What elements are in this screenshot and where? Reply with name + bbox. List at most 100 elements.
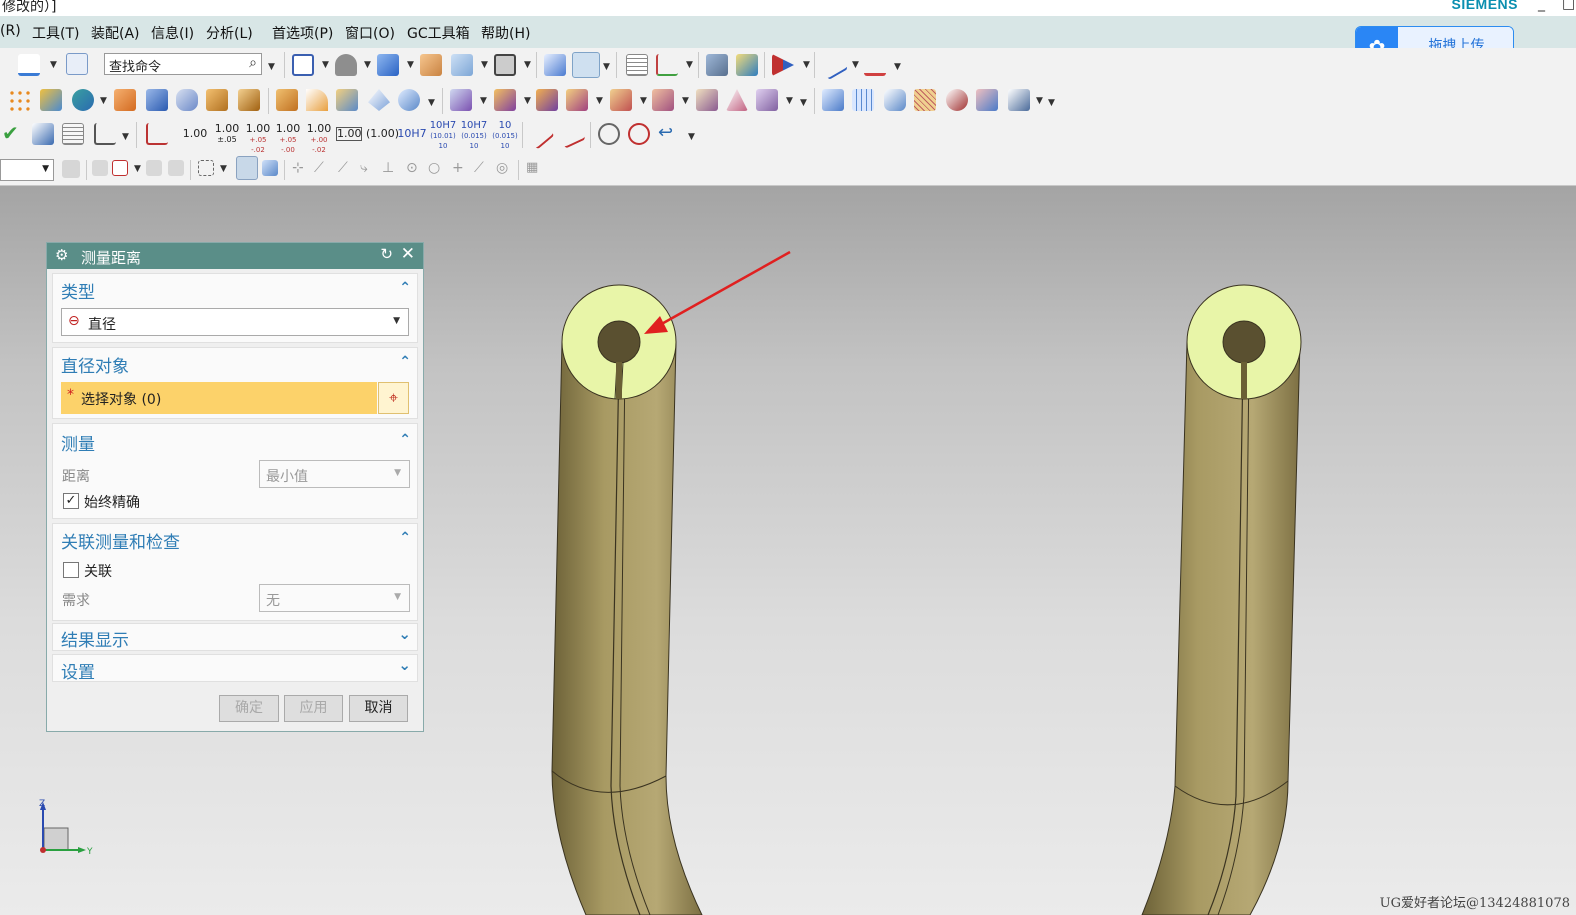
mesh-surface-icon[interactable] bbox=[852, 89, 874, 111]
curve-network-icon[interactable] bbox=[946, 89, 968, 111]
measure-distance-tool-icon[interactable] bbox=[18, 54, 40, 76]
chevron-down-icon[interactable]: ▼ bbox=[640, 96, 647, 106]
select-cursor-icon[interactable] bbox=[92, 160, 108, 176]
ok-button[interactable]: 确定 bbox=[219, 695, 279, 722]
chevron-down-icon[interactable]: ▼ bbox=[688, 132, 695, 142]
diameter-dim-icon[interactable] bbox=[598, 123, 620, 145]
studio-surface-icon[interactable] bbox=[914, 89, 936, 111]
associative-checkbox[interactable] bbox=[63, 562, 79, 578]
chevron-up-icon[interactable]: ⌃ bbox=[399, 280, 411, 296]
object-display-icon[interactable] bbox=[706, 54, 728, 76]
section-object-header[interactable]: 直径对象 bbox=[61, 352, 129, 377]
cancel-button[interactable]: 取消 bbox=[349, 695, 408, 722]
chevron-down-icon[interactable]: ▼ bbox=[134, 164, 141, 174]
chevron-down-icon[interactable]: ▼ bbox=[524, 96, 531, 106]
view-section-active-icon[interactable] bbox=[572, 52, 600, 78]
undo-arrow-icon[interactable]: ↩ bbox=[658, 123, 680, 145]
snap-point-icon[interactable]: ⊹ bbox=[292, 160, 308, 176]
menu-item-r[interactable]: (R) bbox=[0, 23, 21, 39]
snap-control-icon[interactable]: ⤷ bbox=[360, 160, 376, 176]
dim-format-5[interactable]: 1.00 bbox=[304, 123, 334, 134]
menu-item-assembly[interactable]: 装配(A) bbox=[91, 23, 140, 43]
snap-on-surface-icon[interactable]: ◎ bbox=[496, 160, 512, 176]
dialog-title-bar[interactable]: ⚙ 测量距离 ↻ ✕ bbox=[47, 243, 423, 269]
chevron-down-icon[interactable]: ▼ bbox=[800, 98, 807, 108]
table-icon[interactable] bbox=[62, 123, 84, 145]
draft-icon[interactable] bbox=[368, 89, 390, 111]
select-solid-active-icon[interactable] bbox=[236, 156, 258, 180]
render-style-icon[interactable] bbox=[335, 54, 357, 76]
always-exact-checkbox[interactable]: ✓ bbox=[63, 493, 79, 509]
section-settings[interactable]: 设置 ⌄ bbox=[52, 654, 418, 683]
offset-face-icon[interactable] bbox=[652, 89, 674, 111]
section-measure-header[interactable]: 测量 bbox=[61, 430, 95, 455]
snap-intersect-icon[interactable]: ⊥ bbox=[382, 160, 398, 176]
snap-exist-point-icon[interactable]: + bbox=[452, 160, 468, 176]
chevron-down-icon[interactable]: ▼ bbox=[524, 60, 531, 70]
section-assoc-header[interactable]: 关联测量和检查 bbox=[61, 528, 180, 553]
rectangle-select-icon[interactable] bbox=[198, 160, 214, 176]
snap-bounded-icon[interactable]: ▦ bbox=[526, 160, 542, 176]
swept-icon[interactable] bbox=[884, 89, 906, 111]
section-results[interactable]: 结果显示 ⌄ bbox=[52, 623, 418, 651]
chevron-up-icon[interactable]: ⌃ bbox=[399, 354, 411, 370]
dim-format-reference[interactable]: (1.00) bbox=[366, 128, 399, 139]
layers-icon[interactable] bbox=[626, 54, 648, 76]
dim-format-basic[interactable]: 1.00 bbox=[336, 127, 362, 141]
trim-body-icon[interactable] bbox=[566, 89, 588, 111]
chevron-down-icon[interactable]: ▼ bbox=[1036, 96, 1043, 106]
select-object-field[interactable]: * 选择对象 (0) bbox=[61, 382, 377, 414]
sphere-icon[interactable] bbox=[398, 89, 420, 111]
dim-format-fit[interactable]: 10H7 bbox=[397, 128, 427, 139]
diameter-dim-2-icon[interactable] bbox=[628, 123, 650, 145]
section-type-header[interactable]: 类型 bbox=[61, 278, 95, 303]
menu-item-preferences[interactable]: 首选项(P) bbox=[272, 23, 333, 43]
delete-face-icon[interactable] bbox=[756, 89, 778, 111]
crosshair-select-button[interactable]: ⌖ bbox=[378, 382, 409, 414]
datum-icon[interactable] bbox=[146, 123, 168, 145]
chevron-down-icon[interactable]: ▼ bbox=[428, 98, 435, 108]
check-icon[interactable]: ✔ bbox=[2, 123, 24, 145]
show-hide-icon[interactable] bbox=[736, 54, 758, 76]
chevron-down-icon[interactable]: ▼ bbox=[596, 96, 603, 106]
snap-mid-icon[interactable]: ⟋ bbox=[338, 160, 354, 176]
block-icon[interactable] bbox=[114, 89, 136, 111]
apply-button[interactable]: 应用 bbox=[284, 695, 343, 722]
extrude-icon[interactable] bbox=[206, 89, 228, 111]
section-results-header[interactable]: 结果显示 bbox=[61, 626, 129, 651]
dim-format-2[interactable]: 1.00 bbox=[212, 123, 242, 134]
section-view-icon[interactable] bbox=[420, 54, 442, 76]
revolve-icon[interactable] bbox=[238, 89, 260, 111]
dim-format-fit-4[interactable]: 10 bbox=[490, 121, 520, 131]
select-body-icon[interactable] bbox=[146, 160, 162, 176]
snap-center-icon[interactable]: ⊙ bbox=[406, 160, 422, 176]
component-icon[interactable] bbox=[72, 89, 94, 111]
radius-dim-icon[interactable] bbox=[523, 118, 555, 150]
search-icon[interactable]: ⌕ bbox=[249, 55, 257, 71]
shell-icon[interactable] bbox=[176, 89, 198, 111]
chevron-down-icon[interactable]: ▼ bbox=[603, 62, 610, 72]
chevron-down-icon[interactable]: ▼ bbox=[268, 62, 275, 72]
chevron-down-icon[interactable]: ▼ bbox=[481, 60, 488, 70]
snap-view-icon[interactable] bbox=[544, 54, 566, 76]
snap-quadrant-icon[interactable]: ○ bbox=[428, 160, 444, 176]
chevron-down-icon[interactable]: ⌄ bbox=[398, 625, 411, 643]
menu-item-tools[interactable]: 工具(T) bbox=[32, 23, 79, 43]
select-sheet-icon[interactable] bbox=[262, 160, 278, 176]
chevron-down-icon[interactable]: ▼ bbox=[786, 96, 793, 106]
chevron-down-icon[interactable]: ▼ bbox=[322, 60, 329, 70]
filter-icon[interactable] bbox=[62, 160, 80, 178]
chamfer-icon[interactable] bbox=[336, 89, 358, 111]
menu-item-window[interactable]: 窗口(O) bbox=[345, 23, 395, 43]
chevron-down-icon[interactable]: ▼ bbox=[1048, 98, 1055, 108]
orient-view-icon[interactable] bbox=[377, 54, 399, 76]
chevron-down-icon[interactable]: ▼ bbox=[894, 62, 901, 72]
play-icon[interactable] bbox=[772, 54, 794, 76]
dim-format-3[interactable]: 1.00 bbox=[243, 123, 273, 134]
right-tube-bore[interactable] bbox=[1222, 320, 1266, 364]
select-face-icon[interactable] bbox=[168, 160, 184, 176]
info-tool-icon[interactable] bbox=[66, 53, 88, 75]
surface-icon[interactable] bbox=[822, 89, 844, 111]
measure-length-icon[interactable] bbox=[864, 54, 886, 76]
section-settings-header[interactable]: 设置 bbox=[61, 658, 95, 683]
